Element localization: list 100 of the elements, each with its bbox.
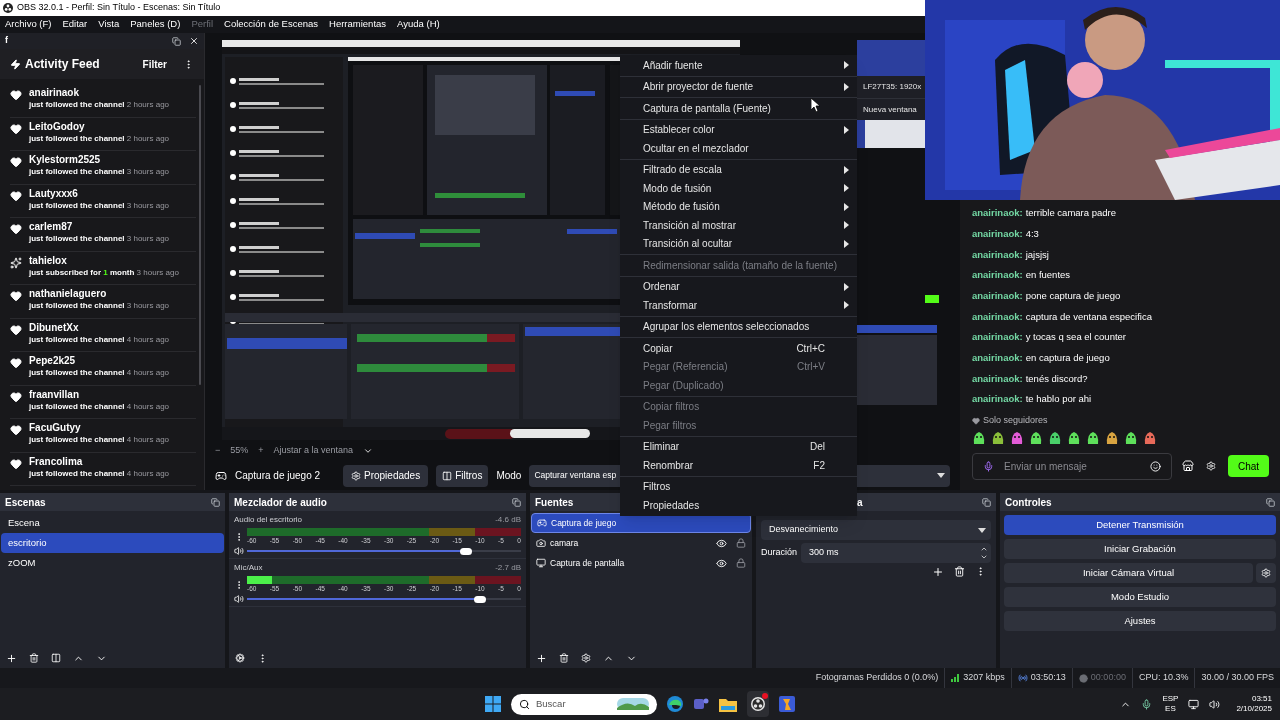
menu-item[interactable]: Transición al mostrar [620,216,857,235]
scene-item[interactable]: zOOM [1,553,224,573]
recorder-app-icon[interactable] [750,696,766,712]
source-item[interactable]: Captura de pantalla [531,553,751,573]
microphone-icon[interactable] [1141,698,1153,710]
menu-item[interactable]: Filtrado de escala [620,160,857,179]
feed-item[interactable]: Kylestorm2525 just followed the channel 3 hours ago [10,151,196,185]
chat-button[interactable]: Chat [1228,455,1270,478]
feed-item[interactable]: nathanielaguero just followed the channel 3 hours ago [10,285,196,319]
menu-item[interactable]: Agrupar los elementos seleccionados [620,317,857,336]
menu-item[interactable]: Ocultar en el mezclador [620,139,857,158]
game-icon[interactable] [779,696,795,712]
down-icon[interactable] [980,553,988,561]
volume-icon[interactable] [234,546,244,556]
eye-icon[interactable] [716,537,727,549]
browser-icon[interactable] [667,696,683,712]
search-box[interactable]: Buscar [511,693,657,715]
undock-icon[interactable] [211,497,220,507]
settings-button[interactable] [1256,563,1276,583]
menu-item[interactable]: Herramientas [329,17,387,32]
source-item[interactable]: camara [531,533,751,553]
menu-item[interactable]: Archivo (F) [5,17,52,32]
network-icon[interactable] [1188,698,1200,710]
menu-item[interactable]: Transformar [620,296,857,315]
volume-icon[interactable] [1209,698,1221,710]
windows-icon[interactable] [485,696,501,712]
add-icon[interactable] [932,566,944,578]
menu-item[interactable]: Colección de Escenas [224,17,319,32]
trash-icon[interactable] [29,653,39,663]
menu-item[interactable]: Eliminar Del [620,437,857,456]
feed-item[interactable]: LeitoGodoy just followed the channel 2 hours ago [10,117,196,151]
emote-icon[interactable] [1086,430,1100,445]
control-button[interactable]: Modo Estudio [1004,587,1276,607]
menu-item[interactable]: Modo de fusión [620,179,857,198]
lock-icon[interactable] [736,558,746,568]
undock-icon[interactable] [982,497,991,507]
menu-item[interactable]: Paneles (D) [130,17,181,32]
lock-icon[interactable] [736,538,746,548]
properties-button[interactable]: Propiedades [343,464,429,487]
gears-icon[interactable] [235,653,245,663]
store-icon[interactable] [1182,460,1194,473]
menu-item[interactable]: Editar [62,17,88,32]
slider-thumb[interactable] [473,595,486,603]
caret-icon[interactable] [363,446,374,456]
feed-item[interactable]: carlem87 just followed the channel 3 hours ago [10,218,196,252]
control-button[interactable]: Iniciar Cámara Virtual [1004,563,1253,583]
emote-icon[interactable] [1124,430,1138,445]
search-field[interactable]: Buscar [536,696,611,712]
emote-icon[interactable] [1048,430,1062,445]
control-button[interactable]: Detener Transmisión [1004,515,1276,535]
duration-field[interactable]: 300 ms [801,543,991,563]
menu-item[interactable]: Captura de pantalla (Fuente) [620,99,857,118]
emote-icon[interactable] [991,430,1005,445]
close-icon[interactable] [189,36,199,46]
feed-item[interactable]: Francolima just followed the channel 4 hours ago [10,452,196,486]
trash-icon[interactable] [954,566,965,577]
eye-icon[interactable] [716,557,727,569]
scene-item[interactable]: escritorio [1,533,224,553]
filter-button[interactable]: Filter [142,56,167,72]
control-button[interactable]: Iniciar Grabación [1004,539,1276,559]
emote-icon[interactable] [1105,430,1119,445]
feed-item[interactable]: Pepe2k25 just followed the channel 4 hours ago [10,352,196,386]
feed-item[interactable]: anairinaok just followed the channel 2 hours ago [10,84,196,118]
add-icon[interactable] [6,652,17,664]
undock-icon[interactable] [1266,497,1275,507]
feed-item[interactable]: DibunetXx just followed the channel 4 hours ago [10,318,196,352]
submenu-item[interactable]: LF27T35: 1920x [857,76,925,98]
emote-icon[interactable] [972,430,986,445]
menu-item[interactable]: Abrir proyector de fuente [620,77,857,96]
settings-icon[interactable] [581,653,591,663]
filters-button[interactable]: Filtros [436,464,489,487]
feed-item[interactable]: Lautyxxx6 just followed the channel 3 hours ago [10,184,196,218]
fit-option[interactable]: Ajustar a la ventana [273,444,354,458]
volume-slider[interactable] [247,546,521,556]
undock-icon[interactable] [512,497,521,507]
chat-input[interactable]: Enviar un mensaje [972,452,1172,480]
trash-icon[interactable] [559,653,569,663]
menu-item[interactable]: Establecer color [620,120,857,139]
scene-item[interactable]: Escena [1,513,224,533]
volume-icon[interactable] [234,594,244,604]
control-button[interactable]: Ajustes [1004,611,1276,631]
undock-icon[interactable] [172,36,181,46]
volume-slider[interactable] [247,594,521,604]
menu-item[interactable]: Transición al ocultar [620,234,857,253]
feed-item[interactable]: FacuGutyy just followed the channel 4 hours ago [10,419,196,453]
up-icon[interactable] [980,545,988,553]
menu-item[interactable]: Ayuda (H) [397,17,440,32]
message-field[interactable]: Enviar un mensaje [1004,458,1140,474]
settings-icon[interactable] [1206,461,1216,472]
submenu-item[interactable]: Nueva ventana [857,98,925,120]
menu-item[interactable]: Añadir fuente [620,56,857,75]
emote-icon[interactable] [1010,430,1024,445]
slider-thumb[interactable] [460,547,473,555]
folder-icon[interactable] [719,696,737,712]
menu-item[interactable]: Propiedades [620,496,857,515]
filter-panel-icon[interactable] [51,653,61,663]
feed-item[interactable]: tahielox just subscribed for 1 month 3 hours ago [10,251,196,285]
menu-item[interactable]: Vista [98,17,120,32]
feed-item[interactable]: fraanvillan just followed the channel 4 hours ago [10,385,196,419]
zoom-out-button[interactable]: − [215,444,221,458]
